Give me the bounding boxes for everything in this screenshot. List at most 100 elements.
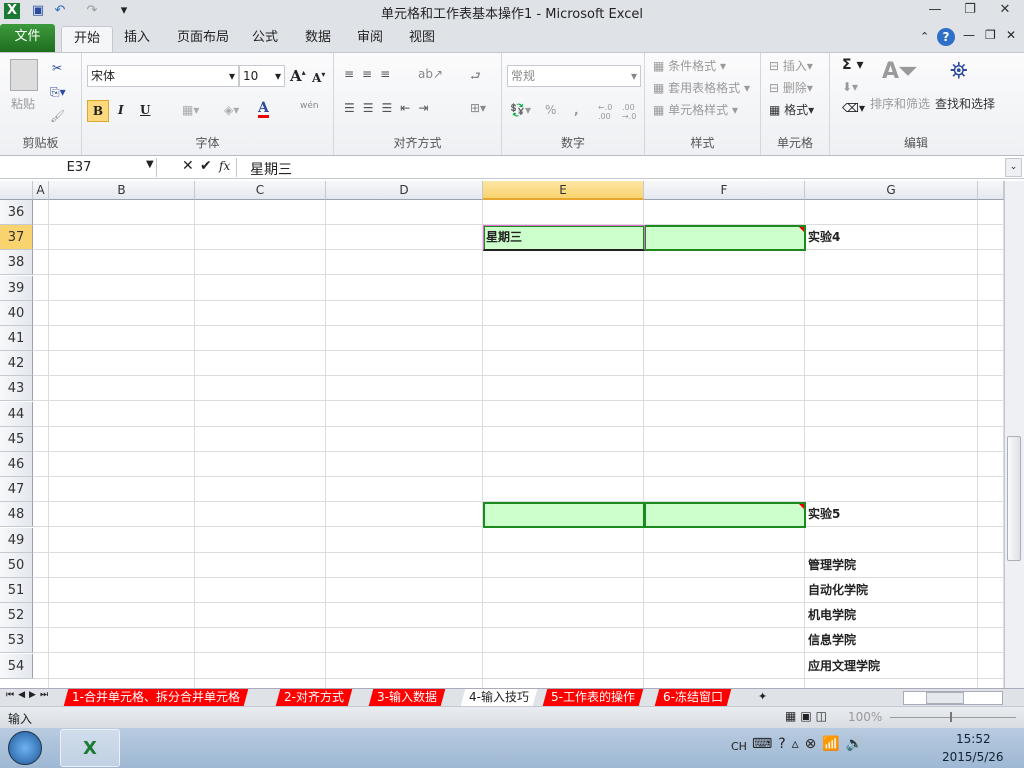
language-indicator[interactable]: CH [731, 740, 747, 753]
sheet-tab[interactable]: 4-输入技巧 [460, 689, 538, 706]
zoom-slider-thumb[interactable] [950, 712, 952, 722]
orientation-icon[interactable]: ab↗ [418, 67, 443, 81]
increase-decimal-button[interactable]: ←.0 .00 [598, 103, 618, 121]
delete-cells-button[interactable]: ⊟ 删除▾ [769, 79, 813, 96]
row-header[interactable]: 44 [0, 401, 33, 427]
sheet-nav-icons[interactable]: ⏮◀▶⏭ [6, 690, 52, 700]
underline-button[interactable]: U [140, 103, 150, 117]
view-buttons[interactable]: ▦▣◫ [785, 709, 831, 723]
column-header[interactable]: B [49, 181, 195, 200]
horizontal-align-icons[interactable]: ☰☰☰⇤⇥ [344, 101, 436, 115]
workbook-restore-button[interactable]: ❐ [985, 28, 996, 42]
column-header[interactable]: C [195, 181, 326, 200]
highlighted-cell[interactable] [483, 502, 645, 529]
vertical-align-icons[interactable]: ≡≡≡ [344, 67, 398, 81]
merge-center-icon[interactable]: ⊞▾ [470, 101, 486, 115]
name-box-dropdown-icon[interactable]: ▼ [146, 159, 154, 170]
spreadsheet-grid[interactable]: A B C D E F G 36 37 38 39 40 41 42 43 44 45 46 47 48 49 50 51 5… [0, 181, 1004, 688]
column-header[interactable]: F [644, 181, 805, 200]
number-format-select[interactable]: 常规 ▾ [507, 65, 641, 87]
row-header[interactable]: 38 [0, 250, 33, 276]
help-icon[interactable]: ? [937, 28, 955, 46]
horizontal-scrollbar[interactable] [903, 691, 1003, 705]
horizontal-scrollbar-thumb[interactable] [926, 692, 964, 704]
cell-G37[interactable]: 实验4 [805, 225, 840, 250]
tab-view[interactable]: 视图 [397, 26, 447, 52]
grow-font-icon[interactable]: A▴ [290, 67, 306, 85]
insert-cells-button[interactable]: ⊟ 插入▾ [769, 57, 813, 74]
scrollbar-thumb[interactable] [1007, 436, 1021, 561]
column-header[interactable]: E [483, 181, 644, 200]
fill-icon[interactable]: ⬇▾ [842, 80, 858, 94]
row-header[interactable]: 41 [0, 326, 33, 351]
tray-icons[interactable]: ⌨?▵⊗📶🔊 [752, 736, 869, 752]
highlighted-cell[interactable] [644, 225, 806, 252]
workbook-minimize-button[interactable]: — [963, 28, 975, 42]
row-header[interactable]: 36 [0, 200, 33, 225]
select-all-corner[interactable] [0, 181, 33, 200]
clock-time[interactable]: 15:52 [956, 732, 991, 746]
vertical-scrollbar[interactable] [1004, 181, 1024, 688]
conditional-format-button[interactable]: ▦ 条件格式 ▾ [653, 57, 726, 74]
phonetic-guide-button[interactable]: wén [300, 101, 319, 111]
cell-G48[interactable]: 实验5 [805, 502, 840, 527]
percent-button[interactable]: % [545, 103, 556, 117]
borders-icon[interactable]: ▦▾ [182, 103, 199, 117]
column-header[interactable]: D [326, 181, 483, 200]
insert-sheet-icon[interactable]: ✦ [758, 690, 767, 703]
paste-button[interactable]: 粘贴 [11, 95, 35, 112]
format-cells-button[interactable]: ▦ 格式▾ [769, 101, 814, 118]
cut-icon[interactable]: ✂ [52, 61, 62, 75]
cell-G54[interactable]: 应用文理学院 [805, 654, 880, 679]
font-name-select[interactable]: 宋体 ▾ [87, 65, 239, 87]
tab-data[interactable]: 数据 [293, 26, 343, 52]
restore-button[interactable]: ❐ [959, 2, 981, 20]
column-header[interactable]: A [33, 181, 49, 200]
cell-G52[interactable]: 机电学院 [805, 603, 856, 628]
sort-filter-button[interactable]: 排序和筛选 [870, 95, 930, 112]
tab-home[interactable]: 开始 [61, 26, 114, 52]
tab-review[interactable]: 审阅 [345, 26, 395, 52]
active-cell-E37[interactable] [483, 225, 645, 252]
insert-function-button[interactable]: fx [219, 159, 230, 173]
expand-formula-bar-icon[interactable]: ⌄ [1005, 158, 1022, 177]
paste-icon[interactable] [10, 59, 38, 91]
formula-input[interactable]: 星期三 [250, 159, 292, 179]
currency-icon[interactable]: 💱▾ [510, 103, 531, 117]
minimize-ribbon-icon[interactable]: ⌃ [920, 30, 929, 43]
font-color-button[interactable]: A [258, 101, 269, 118]
workbook-close-button[interactable]: ✕ [1006, 28, 1016, 42]
zoom-level[interactable]: 100% [848, 710, 882, 724]
cancel-icon[interactable]: ✕ [182, 158, 194, 174]
sheet-tab[interactable]: 3-输入数据 [368, 689, 446, 706]
row-header[interactable]: 40 [0, 300, 33, 326]
excel-taskbar-button[interactable]: X [60, 729, 120, 767]
minimize-button[interactable]: — [924, 2, 946, 20]
wrap-text-icon[interactable]: ⮐ [470, 67, 481, 88]
row-header[interactable]: 43 [0, 376, 33, 402]
clear-icon[interactable]: ⌫▾ [842, 101, 865, 115]
name-box[interactable]: E37 [2, 158, 157, 177]
row-header[interactable]: 52 [0, 603, 33, 629]
row-header[interactable]: 49 [0, 527, 33, 553]
enter-icon[interactable]: ✔ [200, 158, 212, 174]
find-select-button[interactable]: 查找和选择 [935, 95, 995, 112]
cell-G50[interactable]: 管理学院 [805, 553, 856, 578]
row-header[interactable]: 50 [0, 552, 33, 578]
cell-G53[interactable]: 信息学院 [805, 628, 856, 653]
sheet-tab[interactable]: 6-冻结窗口 [654, 689, 732, 706]
row-header[interactable]: 47 [0, 477, 33, 503]
column-header[interactable] [978, 181, 1004, 200]
row-header[interactable]: 46 [0, 452, 33, 477]
row-header[interactable]: 45 [0, 426, 33, 452]
cell-G51[interactable]: 自动化学院 [805, 578, 868, 603]
bold-button[interactable]: B [87, 100, 109, 122]
autosum-button[interactable]: Σ ▾ [842, 57, 863, 73]
tab-file[interactable]: 文件 [0, 24, 55, 52]
sheet-tab[interactable]: 1-合并单元格、拆分合并单元格 [63, 689, 249, 706]
close-button[interactable]: ✕ [994, 2, 1016, 20]
zoom-slider[interactable] [890, 717, 1016, 718]
font-size-select[interactable]: 10 ▾ [239, 65, 285, 87]
format-painter-icon[interactable]: 🖌 [50, 109, 65, 123]
decrease-decimal-button[interactable]: .00 →.0 [622, 103, 642, 121]
